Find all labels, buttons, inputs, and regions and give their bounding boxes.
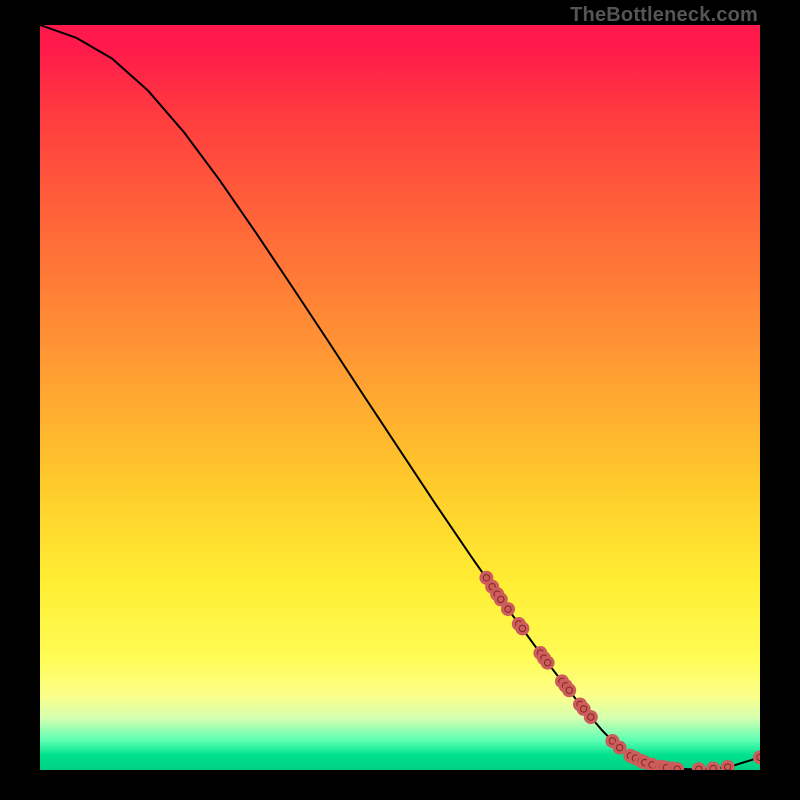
plot-area [40,25,760,770]
dot-core [696,766,702,770]
dot-core [616,744,622,750]
dot-core [519,625,525,631]
dot-core [498,596,504,602]
dot-core [757,754,760,760]
dot-core [674,766,680,770]
dot-core [710,765,716,770]
highlight-dots [479,571,760,770]
dot-core [588,714,594,720]
chart-stage: TheBottleneck.com [0,0,800,800]
dot-core [505,606,511,612]
dot-core [544,660,550,666]
dot-core [483,575,489,581]
watermark-text: TheBottleneck.com [570,4,758,27]
bottleneck-curve [40,25,760,769]
chart-svg [40,25,760,770]
dot-core [580,706,586,712]
dot-core [566,687,572,693]
dot-core [724,764,730,770]
